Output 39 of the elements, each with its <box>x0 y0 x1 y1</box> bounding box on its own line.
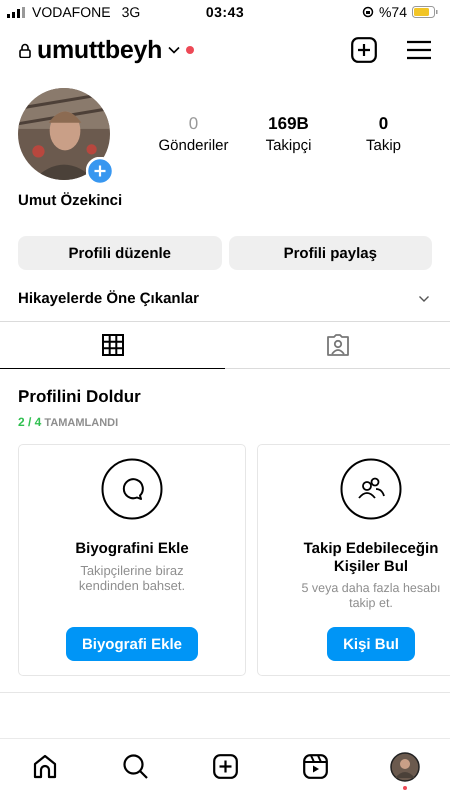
stat-count: 169B <box>268 114 309 134</box>
menu-icon[interactable] <box>407 40 431 60</box>
stat-label: Takipçi <box>266 137 312 154</box>
battery-icon <box>412 6 438 18</box>
highlights-title[interactable]: Hikayelerde Öne Çıkanlar <box>18 290 199 307</box>
carrier-name: VODAFONE <box>32 4 111 20</box>
card-title: Takip Edebileceğin Kişiler Bul <box>302 540 440 576</box>
rotation-lock-icon <box>362 6 374 18</box>
progress-count: 2 / 4 <box>18 415 42 429</box>
card-description: Takipçilerine biraz kendinden bahset. <box>78 563 186 593</box>
add-icon[interactable] <box>212 754 238 779</box>
search-icon[interactable] <box>122 754 148 779</box>
profile-button[interactable]: Profili düzenle <box>18 236 222 270</box>
section-title: Profilini Doldur <box>18 387 142 407</box>
grid-icon <box>102 334 124 356</box>
battery-percent: %74 <box>378 4 407 20</box>
add-story-icon[interactable] <box>86 157 114 185</box>
card-description: 5 veya daha fazla hesabı takip et. <box>300 581 442 611</box>
tagged-person-icon <box>326 334 350 356</box>
progress-label: TAMAMLANDI <box>44 417 118 429</box>
network-type: 3G <box>122 4 140 20</box>
stat-count: 0 <box>188 114 198 134</box>
username[interactable]: umuttbeyh <box>37 36 162 64</box>
profile-button[interactable]: Profili paylaş <box>228 236 432 270</box>
chevron-down-icon[interactable] <box>168 46 180 54</box>
people-icon <box>340 458 402 520</box>
stat-count: 0 <box>378 114 388 134</box>
stat-label: Gönderiler <box>158 137 229 154</box>
reels-icon[interactable] <box>302 754 328 779</box>
card-title: Biyografini Ekle <box>75 540 189 558</box>
full-name: Umut Özekinci <box>17 191 124 209</box>
add-icon[interactable] <box>351 37 377 63</box>
chevron-icon[interactable] <box>418 294 430 302</box>
signal-icon <box>7 6 27 18</box>
avatar-icon[interactable] <box>390 752 420 782</box>
clock-time: 03:43 <box>206 4 244 20</box>
speech-bubble-icon <box>101 458 163 520</box>
stat-label: Takip <box>366 137 402 154</box>
home-icon[interactable] <box>33 754 57 779</box>
